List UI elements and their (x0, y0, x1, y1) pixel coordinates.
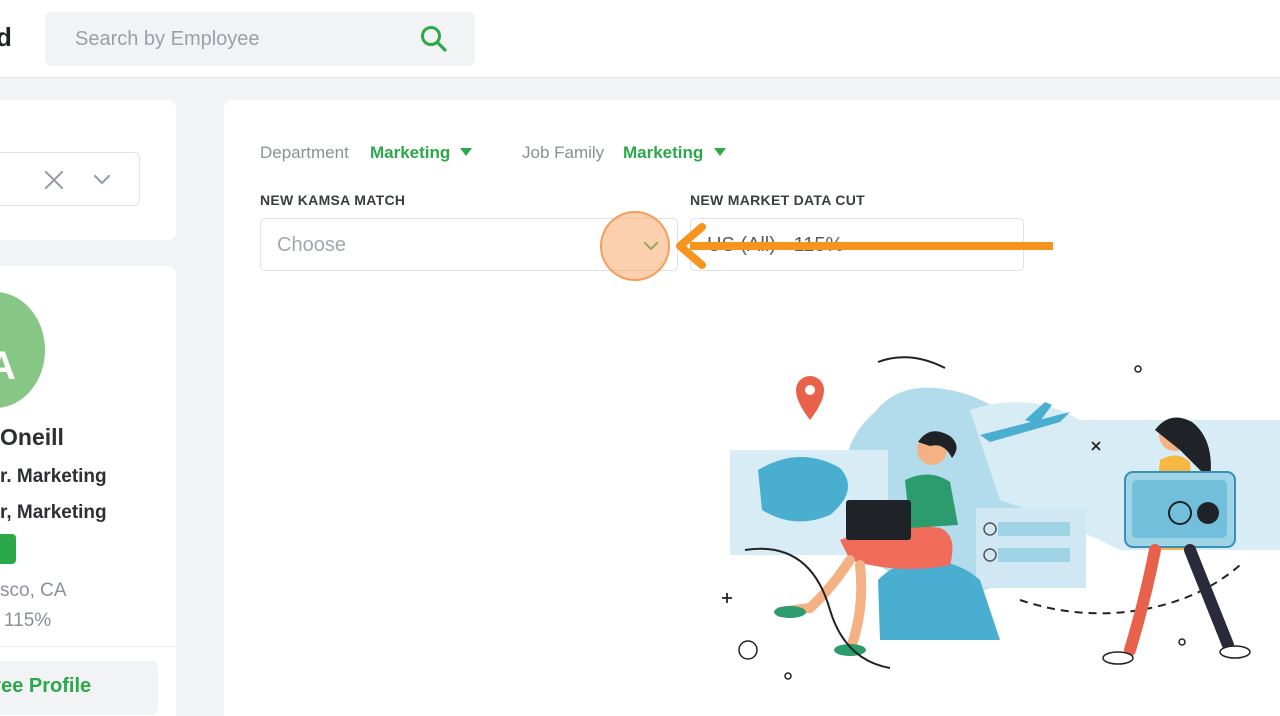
employee-profile-card: A Oneill r. Marketing r, Marketing sco, … (0, 266, 176, 716)
kamsa-match-label: NEW KAMSA MATCH (260, 192, 406, 208)
employee-location: sco, CA (0, 580, 67, 601)
avatar-initial: A (0, 344, 16, 388)
job-family-filter-label: Job Family (522, 143, 605, 162)
search-input[interactable] (75, 27, 395, 51)
job-family-filter-value[interactable]: Marketing (623, 143, 703, 163)
view-employee-profile-button[interactable]: yee Profile (0, 661, 158, 715)
employee-job-title: r, Marketing (0, 502, 107, 523)
clear-icon[interactable] (43, 169, 65, 191)
department-caret-icon[interactable] (460, 148, 472, 157)
view-employee-profile-label: yee Profile (0, 675, 92, 697)
app-title-fragment: d (0, 22, 12, 52)
kamsa-match-placeholder: Choose (277, 234, 346, 256)
avatar: A (0, 292, 45, 408)
employee-select-card (0, 100, 176, 240)
chevron-down-icon[interactable] (93, 173, 111, 187)
employee-select[interactable] (0, 152, 140, 206)
search-icon[interactable] (419, 24, 449, 54)
top-bar: d (0, 0, 1280, 78)
employee-search[interactable] (45, 12, 475, 66)
market-data-cut-label: NEW MARKET DATA CUT (690, 192, 865, 208)
status-badge (0, 534, 16, 564)
pointer-arrow-icon (676, 223, 1053, 269)
department-filter-value[interactable]: Marketing (370, 143, 450, 163)
employee-name: Oneill (0, 424, 64, 450)
department-filter-label: Department (260, 143, 349, 162)
job-family-caret-icon[interactable] (714, 148, 726, 157)
employee-percent: 115% (4, 610, 52, 631)
travel-illustration (722, 356, 1280, 680)
employee-title: r. Marketing (0, 466, 107, 487)
divider (0, 646, 176, 647)
click-highlight-marker (600, 211, 670, 281)
